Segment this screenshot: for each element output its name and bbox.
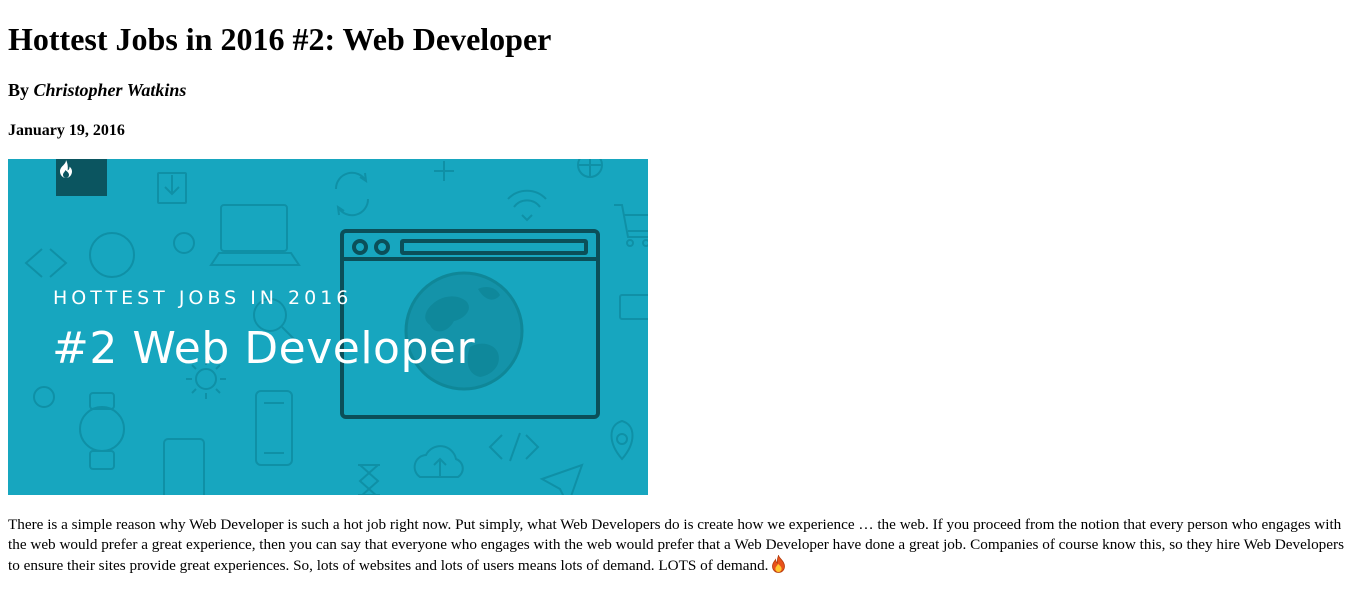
hero-badge: [56, 159, 107, 196]
hero-image: HOTTEST JOBS IN 2016 #2 Web Developer: [8, 159, 648, 495]
byline-prefix: By: [8, 80, 34, 100]
byline: By Christopher Watkins: [8, 80, 1358, 101]
article-body: There is a simple reason why Web Develop…: [8, 515, 1344, 579]
hero-kicker: HOTTEST JOBS IN 2016: [53, 287, 353, 309]
article: Hottest Jobs in 2016 #2: Web Developer B…: [0, 0, 1366, 579]
hero-headline: #2 Web Developer: [52, 323, 476, 374]
publish-date: January 19, 2016: [8, 122, 125, 139]
page-title: Hottest Jobs in 2016 #2: Web Developer: [8, 21, 552, 57]
flame-icon: [60, 160, 72, 178]
fire-emoji-icon: [771, 554, 786, 579]
author-name: Christopher Watkins: [33, 80, 187, 100]
article-body-text: There is a simple reason why Web Develop…: [8, 516, 1344, 574]
